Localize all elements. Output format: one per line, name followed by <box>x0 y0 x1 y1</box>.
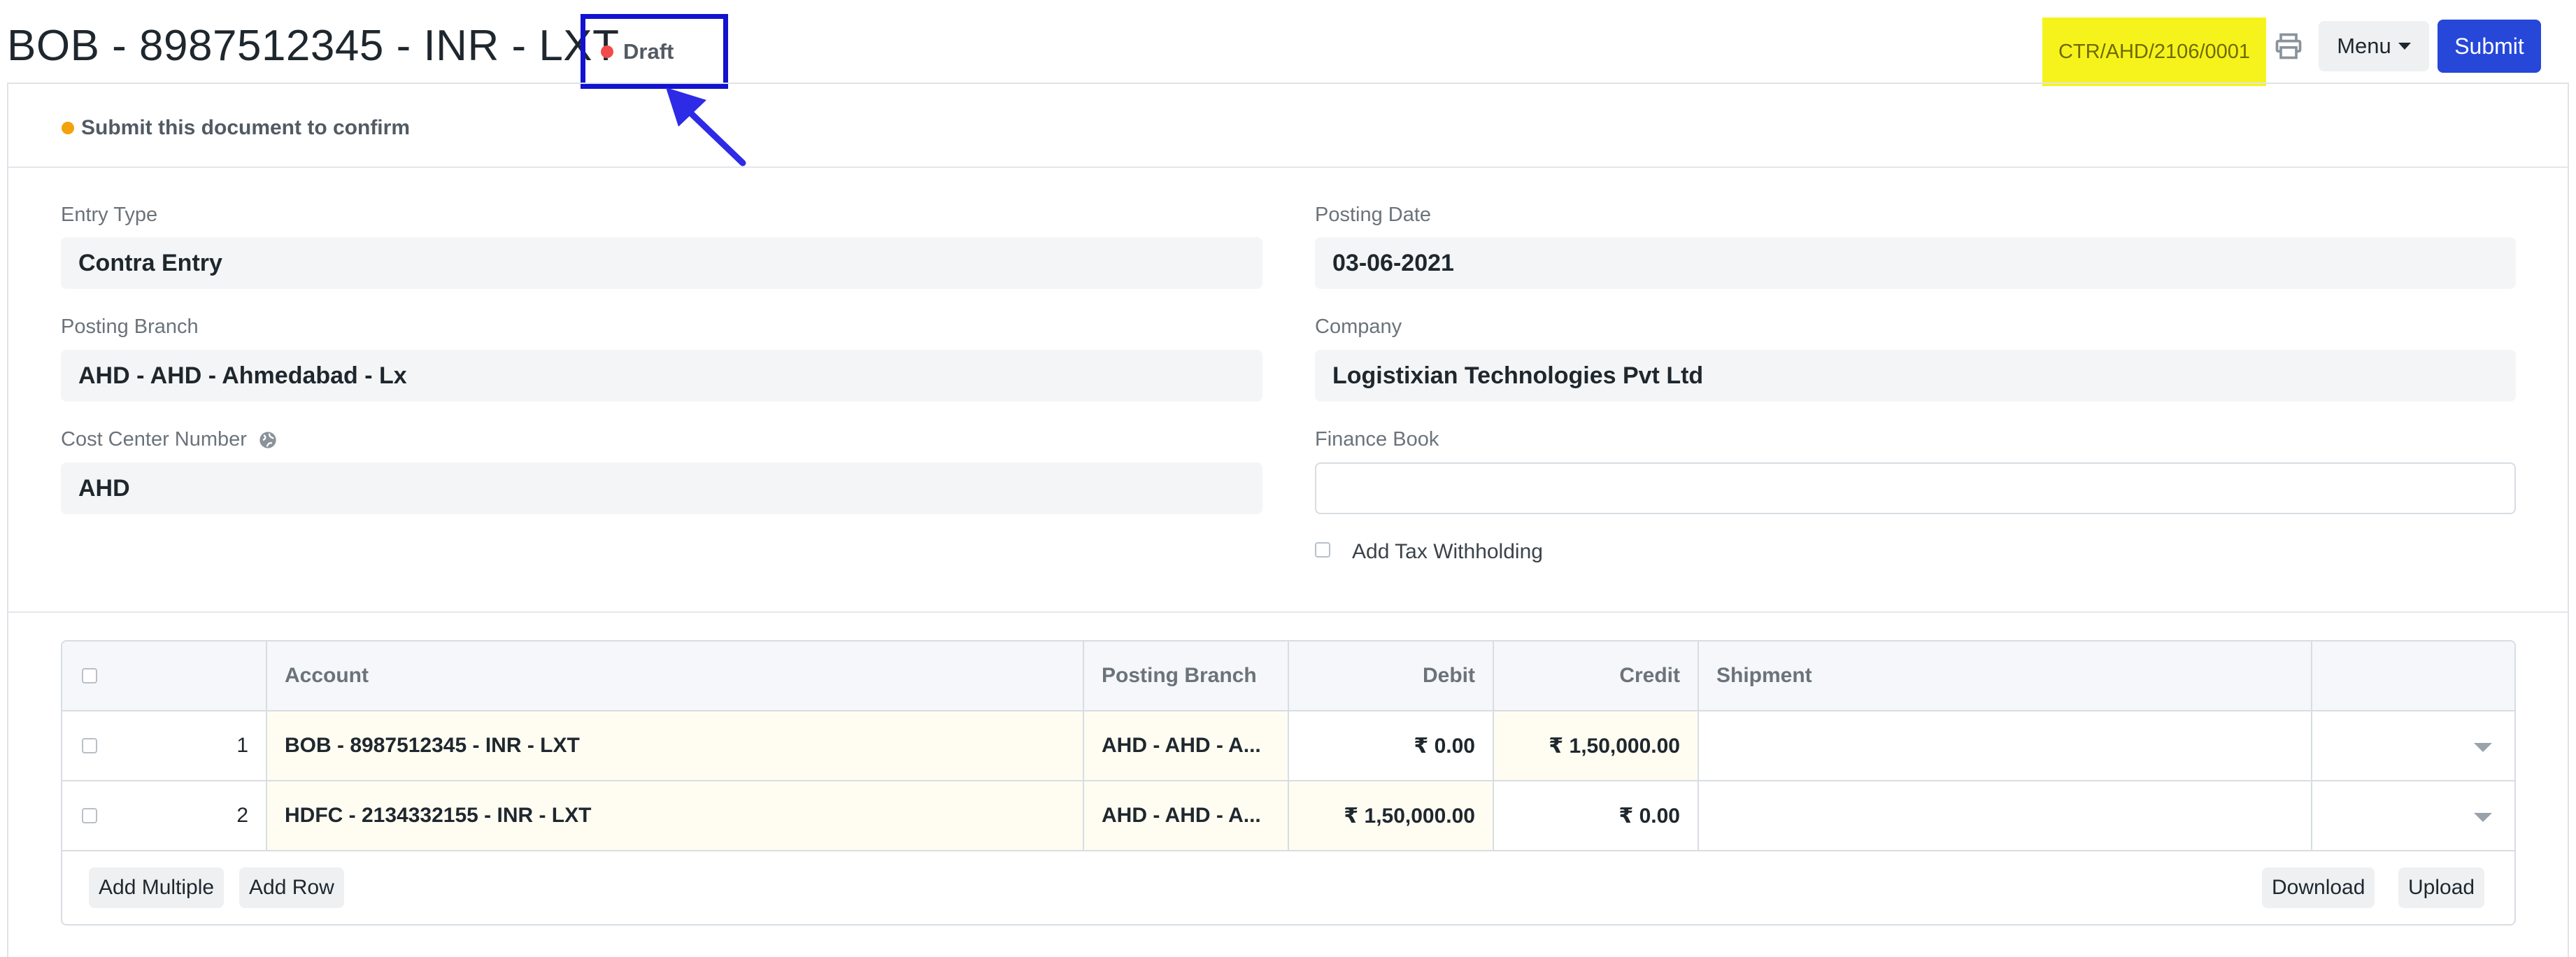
row-expand-icon[interactable] <box>2474 743 2492 752</box>
cost-center-label-wrap: Cost Center Number <box>61 428 278 451</box>
posting-branch-field[interactable]: AHD - AHD - Ahmedabad - Lx <box>61 350 1262 402</box>
row-expand-icon[interactable] <box>2474 813 2492 822</box>
finance-book-field[interactable] <box>1315 462 2516 514</box>
download-button[interactable]: Download <box>2262 867 2375 908</box>
submit-notice: Submit this document to confirm <box>62 116 410 140</box>
row-shipment[interactable] <box>1699 781 2311 850</box>
row-posting-branch[interactable]: AHD - AHD - A... <box>1084 781 1288 850</box>
add-row-button[interactable]: Add Row <box>239 867 344 908</box>
row-index: 1 <box>236 734 248 757</box>
posting-branch-label: Posting Branch <box>61 316 199 338</box>
accounts-table: Account Posting Branch Debit Credit Ship… <box>61 640 2516 926</box>
status-indicator: Draft <box>581 14 728 89</box>
row-shipment[interactable] <box>1699 711 2311 780</box>
column-divider <box>1288 641 1289 851</box>
upload-button[interactable]: Upload <box>2398 867 2485 908</box>
column-header-shipment[interactable]: Shipment <box>1699 641 2311 710</box>
status-dot <box>601 45 613 58</box>
status-label: Draft <box>623 38 674 64</box>
finance-book-label: Finance Book <box>1315 428 1439 451</box>
printer-icon[interactable] <box>2273 31 2304 62</box>
column-header-posting-branch[interactable]: Posting Branch <box>1084 641 1288 710</box>
column-divider <box>1698 641 1699 851</box>
notice-text: Submit this document to confirm <box>81 116 410 139</box>
column-header-debit[interactable]: Debit <box>1289 641 1493 710</box>
column-divider <box>2311 641 2312 851</box>
company-field[interactable]: Logistixian Technologies Pvt Ltd <box>1315 350 2516 402</box>
entry-type-field[interactable]: Contra Entry <box>61 237 1262 289</box>
add-multiple-button[interactable]: Add Multiple <box>89 867 225 908</box>
section-divider <box>8 166 2568 168</box>
page-title: BOB - 8987512345 - INR - LXT <box>7 22 620 70</box>
row-credit[interactable]: ₹ 0.00 <box>1494 781 1698 850</box>
menu-button-label: Menu <box>2337 34 2391 58</box>
posting-date-label: Posting Date <box>1315 204 1432 226</box>
column-header-account[interactable]: Account <box>267 641 1083 710</box>
section-divider <box>8 611 2568 613</box>
row-account[interactable]: BOB - 8987512345 - INR - LXT <box>267 711 1083 780</box>
row-debit[interactable]: ₹ 1,50,000.00 <box>1289 781 1493 850</box>
cost-center-label: Cost Center Number <box>61 428 247 451</box>
select-all-checkbox[interactable] <box>82 668 97 683</box>
column-divider <box>1493 641 1494 851</box>
globe-icon <box>259 432 276 449</box>
tax-withholding-label: Add Tax Withholding <box>1352 540 1543 563</box>
row-posting-branch[interactable]: AHD - AHD - A... <box>1084 711 1288 780</box>
row-index: 2 <box>236 804 248 827</box>
notice-dot <box>62 122 74 134</box>
row-account[interactable]: HDFC - 2134332155 - INR - LXT <box>267 781 1083 850</box>
menu-button[interactable]: Menu <box>2319 21 2429 71</box>
posting-date-field[interactable]: 03-06-2021 <box>1315 237 2516 289</box>
cost-center-field[interactable]: AHD <box>61 462 1262 514</box>
column-header-credit[interactable]: Credit <box>1494 641 1698 710</box>
row-credit[interactable]: ₹ 1,50,000.00 <box>1494 711 1698 780</box>
document-id[interactable]: CTR/AHD/2106/0001 <box>2042 17 2266 86</box>
caret-down-icon <box>2398 43 2411 50</box>
column-divider <box>1083 641 1084 851</box>
company-label: Company <box>1315 316 1402 338</box>
row-debit[interactable]: ₹ 0.00 <box>1289 711 1493 780</box>
submit-button[interactable]: Submit <box>2438 20 2541 73</box>
tax-withholding-checkbox[interactable] <box>1315 542 1330 558</box>
column-divider <box>266 641 267 851</box>
entry-type-label: Entry Type <box>61 204 158 226</box>
